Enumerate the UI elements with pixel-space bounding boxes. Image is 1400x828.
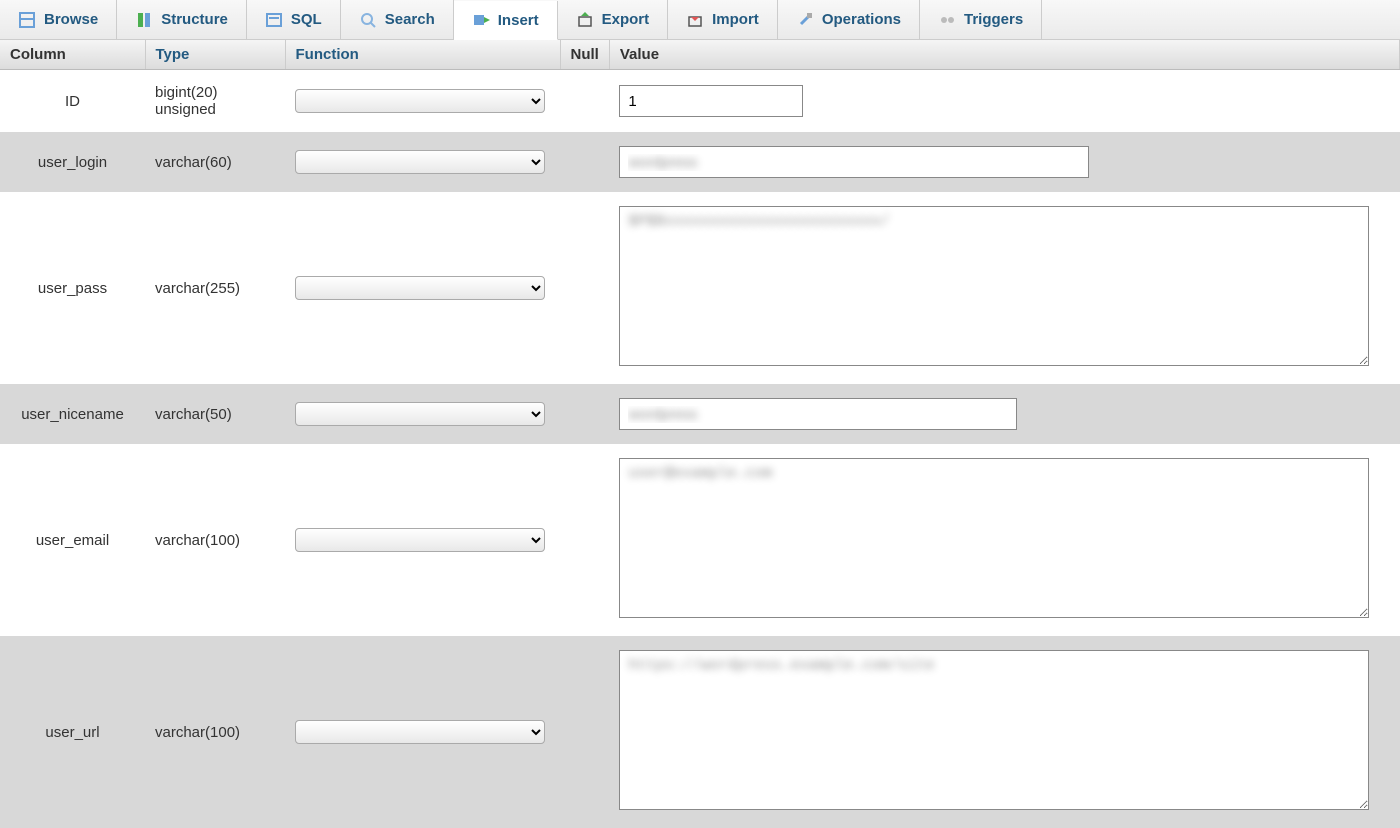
insert-icon — [472, 11, 490, 29]
function-select[interactable] — [295, 528, 545, 552]
operations-icon — [796, 11, 814, 29]
value-input-user_pass[interactable] — [619, 206, 1369, 366]
tab-operations[interactable]: Operations — [778, 0, 920, 39]
header-function[interactable]: Function — [285, 40, 560, 70]
column-type: varchar(50) — [145, 384, 285, 444]
value-input-user_nicename[interactable] — [619, 398, 1017, 430]
sql-icon — [265, 11, 283, 29]
tab-insert[interactable]: Insert — [454, 1, 558, 40]
tab-label: Import — [712, 11, 759, 28]
null-cell — [560, 636, 609, 828]
tab-label: Structure — [161, 11, 228, 28]
function-select[interactable] — [295, 150, 545, 174]
function-cell — [285, 444, 560, 636]
import-icon — [686, 11, 704, 29]
browse-icon — [18, 11, 36, 29]
tab-bar: Browse Structure SQL Search Insert Export Impo… — [0, 0, 1400, 40]
tab-label: Triggers — [964, 11, 1023, 28]
null-cell — [560, 192, 609, 384]
search-icon — [359, 11, 377, 29]
function-select[interactable] — [295, 720, 545, 744]
table-row: user_nicenamevarchar(50) — [0, 384, 1400, 444]
column-type: varchar(100) — [145, 636, 285, 828]
value-cell — [609, 70, 1399, 133]
function-cell — [285, 192, 560, 384]
value-input-id[interactable] — [619, 85, 803, 117]
table-row: user_urlvarchar(100) — [0, 636, 1400, 828]
table-row: user_emailvarchar(100) — [0, 444, 1400, 636]
structure-icon — [135, 11, 153, 29]
column-type: varchar(100) — [145, 444, 285, 636]
tab-label: SQL — [291, 11, 322, 28]
function-select[interactable] — [295, 402, 545, 426]
value-cell — [609, 636, 1399, 828]
tab-label: Operations — [822, 11, 901, 28]
null-cell — [560, 132, 609, 192]
column-type: varchar(255) — [145, 192, 285, 384]
tab-label: Search — [385, 11, 435, 28]
value-input-user_login[interactable] — [619, 146, 1089, 178]
insert-form-table: Column Type Function Null Value IDbigint… — [0, 40, 1400, 828]
table-row: IDbigint(20) unsigned — [0, 70, 1400, 133]
value-input-user_url[interactable] — [619, 650, 1369, 810]
tab-structure[interactable]: Structure — [117, 0, 247, 39]
null-cell — [560, 70, 609, 133]
value-input-user_email[interactable] — [619, 458, 1369, 618]
table-row: user_passvarchar(255) — [0, 192, 1400, 384]
value-cell — [609, 132, 1399, 192]
function-cell — [285, 384, 560, 444]
column-name: user_pass — [0, 192, 145, 384]
value-cell — [609, 444, 1399, 636]
column-name: user_email — [0, 444, 145, 636]
tab-label: Export — [602, 11, 650, 28]
tab-import[interactable]: Import — [668, 0, 778, 39]
header-type[interactable]: Type — [145, 40, 285, 70]
function-cell — [285, 132, 560, 192]
null-cell — [560, 384, 609, 444]
tab-sql[interactable]: SQL — [247, 0, 341, 39]
column-type: varchar(60) — [145, 132, 285, 192]
column-name: user_nicename — [0, 384, 145, 444]
triggers-icon — [938, 11, 956, 29]
header-null: Null — [560, 40, 609, 70]
function-select[interactable] — [295, 276, 545, 300]
table-row: user_loginvarchar(60) — [0, 132, 1400, 192]
tab-label: Insert — [498, 12, 539, 29]
column-name: user_url — [0, 636, 145, 828]
tab-export[interactable]: Export — [558, 0, 669, 39]
function-cell — [285, 70, 560, 133]
null-cell — [560, 444, 609, 636]
column-name: user_login — [0, 132, 145, 192]
column-type: bigint(20) unsigned — [145, 70, 285, 133]
column-name: ID — [0, 70, 145, 133]
export-icon — [576, 11, 594, 29]
header-value: Value — [609, 40, 1399, 70]
function-cell — [285, 636, 560, 828]
tab-search[interactable]: Search — [341, 0, 454, 39]
value-cell — [609, 384, 1399, 444]
tab-label: Browse — [44, 11, 98, 28]
tab-triggers[interactable]: Triggers — [920, 0, 1042, 39]
tab-browse[interactable]: Browse — [0, 0, 117, 39]
value-cell — [609, 192, 1399, 384]
function-select[interactable] — [295, 89, 545, 113]
header-column: Column — [0, 40, 145, 70]
